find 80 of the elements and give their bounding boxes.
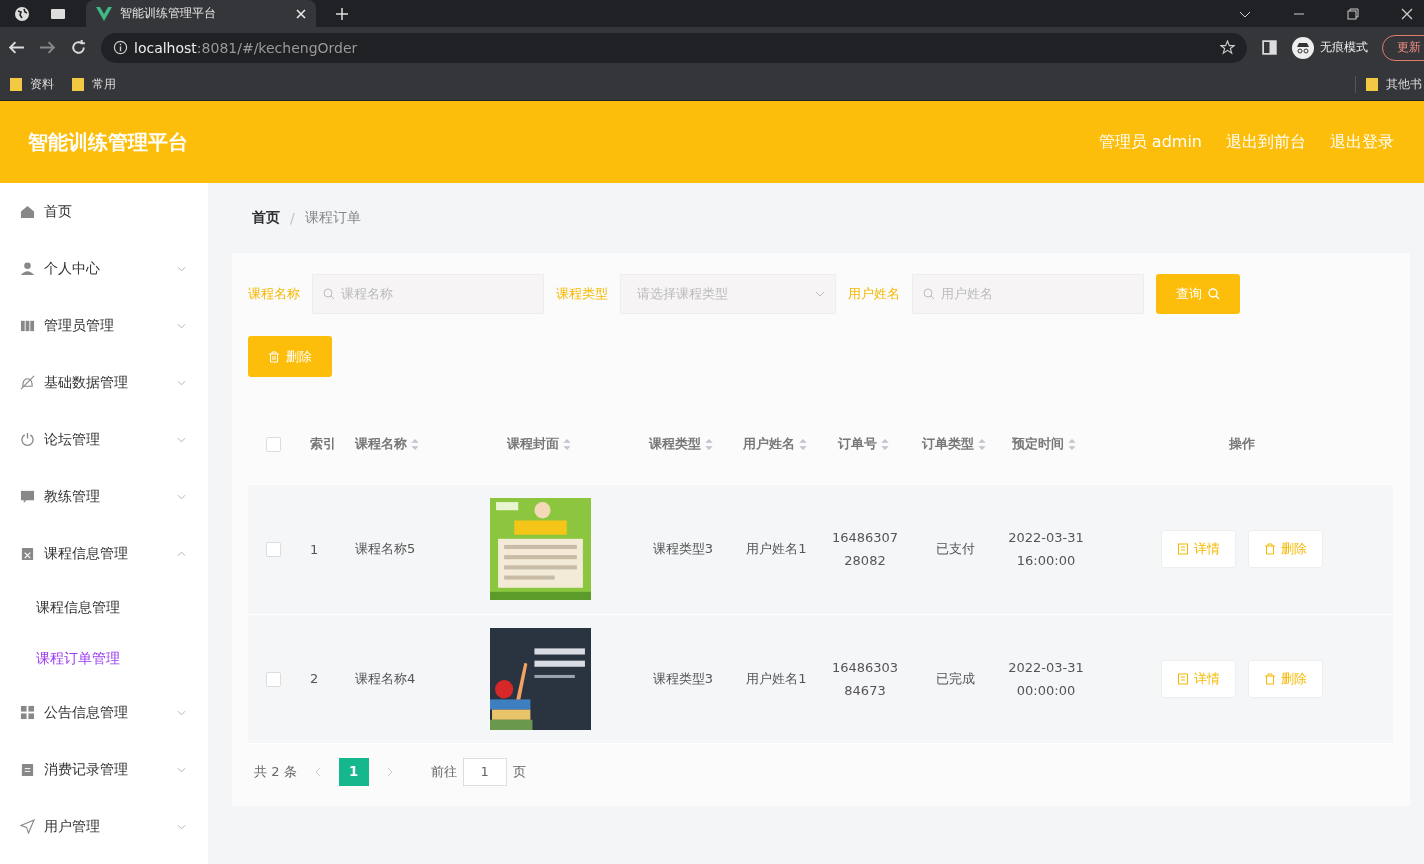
- back-icon[interactable]: [8, 39, 25, 56]
- column-header[interactable]: 课程名称: [355, 434, 423, 454]
- breadcrumb-item[interactable]: 首页: [252, 209, 280, 227]
- profile-label: 无痕模式: [1320, 39, 1368, 56]
- filter-label: 课程名称: [248, 285, 300, 303]
- goto-label: 前往: [430, 762, 457, 781]
- menu-item[interactable]: 公告信息管理: [0, 684, 208, 741]
- search-icon: [323, 288, 335, 300]
- row-checkbox[interactable]: [265, 671, 281, 687]
- folder-icon: [10, 77, 22, 91]
- column-header[interactable]: 操作: [1229, 435, 1255, 453]
- info-icon[interactable]: [113, 40, 128, 55]
- table-cell: 课程名称4: [355, 670, 416, 686]
- menu-item[interactable]: 首页: [0, 183, 208, 240]
- table-cell: 2: [310, 671, 319, 686]
- page-suffix: 页: [512, 762, 526, 781]
- column-header[interactable]: 课程封面: [506, 434, 575, 454]
- table-cell: 用户姓名1: [746, 541, 807, 557]
- table-cell: 1: [310, 541, 319, 557]
- bookmark-folder[interactable]: 资料: [10, 75, 54, 93]
- menu-item[interactable]: 论坛管理: [0, 411, 208, 468]
- menu-item[interactable]: 教练管理: [0, 468, 208, 525]
- trash-icon: [268, 350, 280, 363]
- sidebar-icon[interactable]: [1261, 39, 1278, 56]
- bookmark-folder[interactable]: 常用: [72, 75, 116, 93]
- table-cell: 1648630384673: [831, 659, 899, 698]
- menu-item[interactable]: 课程信息管理: [0, 525, 208, 582]
- menu-item[interactable]: 用户管理: [0, 798, 208, 855]
- document-icon: [1177, 672, 1189, 685]
- search-icon: [1208, 288, 1220, 300]
- reload-icon[interactable]: [70, 39, 87, 56]
- table-cell: 课程名称5: [355, 541, 416, 557]
- app-title: 智能训练管理平台: [28, 128, 188, 156]
- folder-icon: [1366, 77, 1378, 91]
- table-cell: 已支付: [936, 541, 975, 557]
- new-tab-icon[interactable]: [336, 7, 348, 20]
- menu-item[interactable]: 基础数据管理: [0, 354, 208, 411]
- document-icon: [1177, 543, 1189, 556]
- restore-icon[interactable]: [1347, 7, 1359, 20]
- forward-icon[interactable]: [39, 39, 56, 56]
- table-cell: 用户姓名1: [746, 670, 807, 686]
- column-header[interactable]: 索引: [310, 435, 336, 453]
- folder-icon: [72, 77, 84, 91]
- table-cell: 2022-03-31 00:00:00: [1008, 659, 1084, 698]
- column-header[interactable]: 订单号: [837, 434, 893, 454]
- globe-icon[interactable]: [14, 5, 30, 22]
- breadcrumb-item: 课程订单: [304, 209, 361, 227]
- table-cell: 课程类型3: [652, 670, 714, 686]
- trash-icon: [1264, 543, 1276, 556]
- search-icon: [923, 288, 935, 300]
- menu-item[interactable]: 管理员管理: [0, 297, 208, 354]
- table-cell: 已完成: [936, 670, 975, 686]
- table-cell: 课程类型3: [652, 541, 714, 557]
- select-all-checkbox[interactable]: [265, 437, 281, 452]
- page-input[interactable]: 1: [462, 757, 507, 786]
- menu-item[interactable]: 消费记录管理: [0, 741, 208, 798]
- row-checkbox[interactable]: [265, 542, 281, 558]
- browser-tab[interactable]: 智能训练管理平台: [86, 0, 316, 27]
- address-field[interactable]: localhost:8081/#/kechengOrder: [101, 32, 1247, 63]
- total-count: 共 2 条: [254, 762, 297, 781]
- close-icon[interactable]: [1401, 7, 1413, 20]
- trash-icon: [1264, 672, 1276, 685]
- caret-icon: [815, 291, 825, 297]
- v-logo-icon: [96, 6, 112, 21]
- table-cell: 1648630728082: [831, 530, 899, 569]
- table-cell: 2022-03-31 16:00:00: [1008, 530, 1084, 569]
- page-button[interactable]: 1: [338, 757, 369, 786]
- filter-label: 用户姓名: [848, 285, 900, 303]
- submenu-item[interactable]: 课程信息管理: [0, 582, 208, 633]
- column-header[interactable]: 用户姓名: [742, 434, 811, 454]
- column-header[interactable]: 预定时间: [1012, 434, 1080, 454]
- column-header[interactable]: 订单类型: [921, 434, 990, 454]
- filter-label: 课程类型: [556, 285, 608, 303]
- star-icon[interactable]: [1220, 40, 1235, 55]
- bookmark-folder[interactable]: 其他书: [1355, 75, 1422, 93]
- incognito-icon[interactable]: [1292, 36, 1314, 59]
- breadcrumb-separator: /: [290, 210, 295, 226]
- submenu-item[interactable]: 课程订单管理: [0, 633, 208, 684]
- column-header[interactable]: 课程类型: [649, 434, 717, 454]
- menu-item[interactable]: 个人中心: [0, 240, 208, 297]
